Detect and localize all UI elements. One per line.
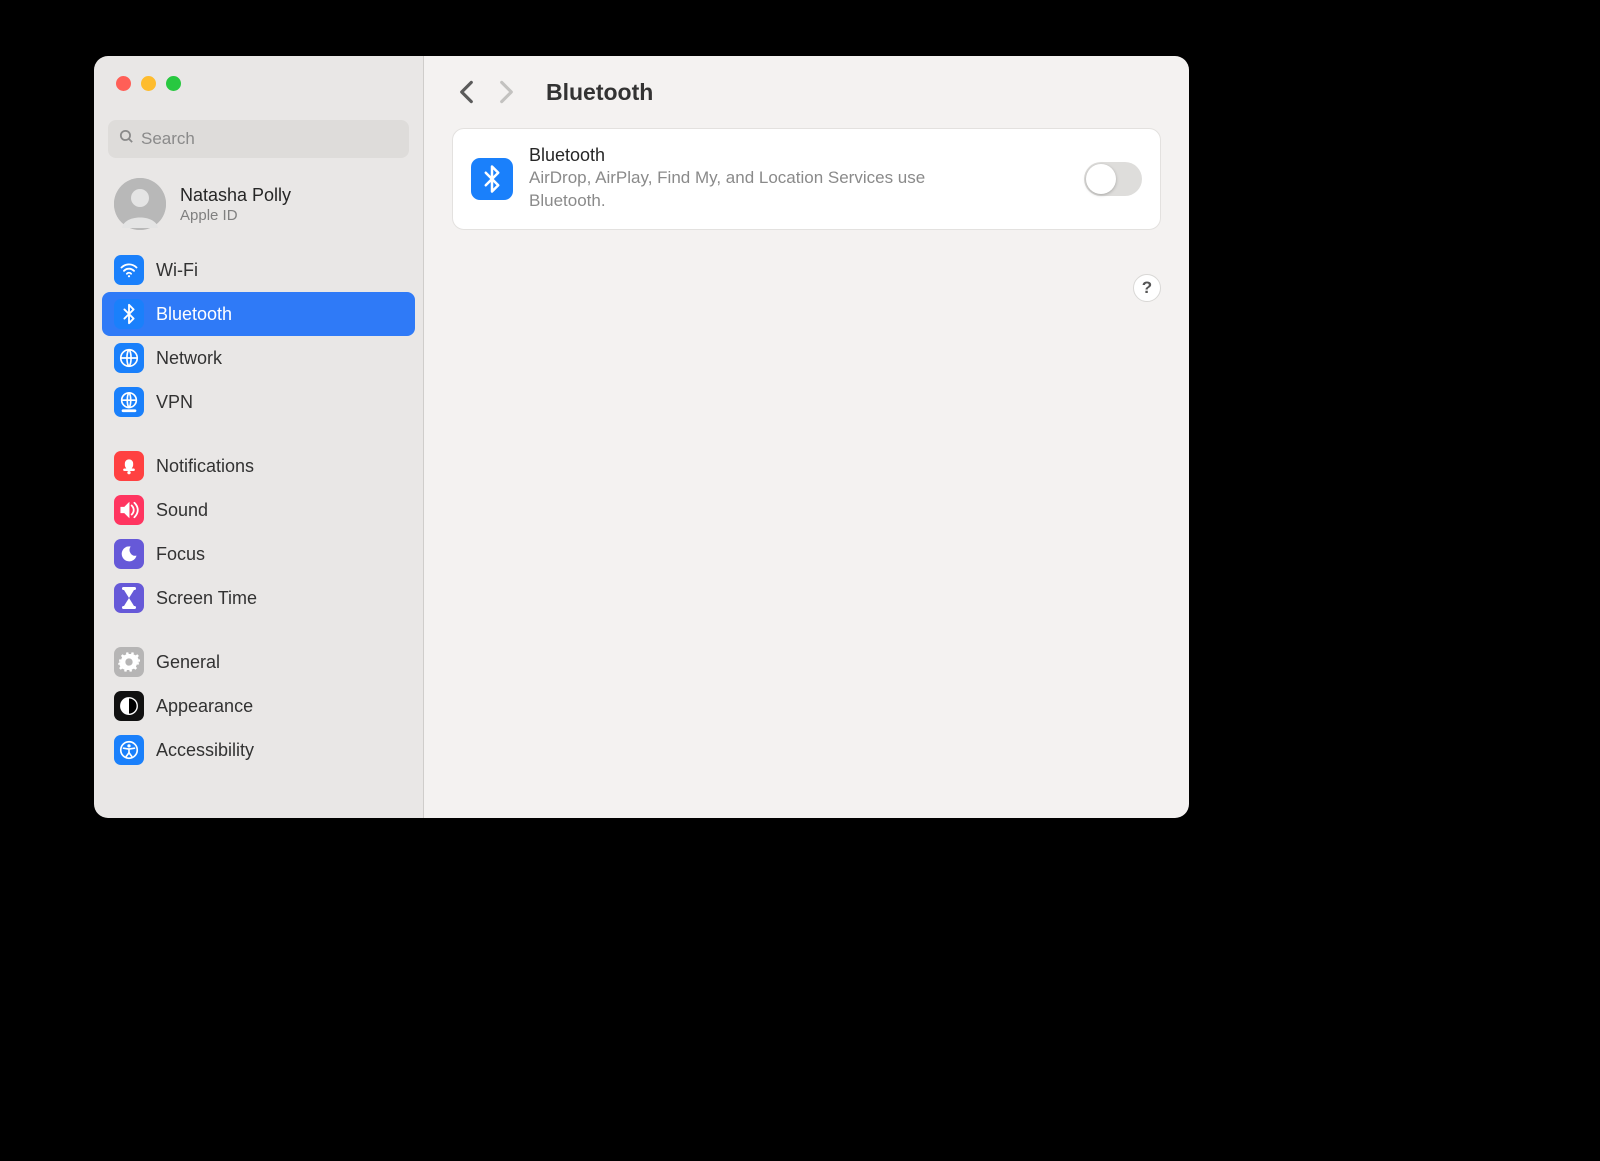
search-icon bbox=[118, 128, 141, 150]
search-input[interactable] bbox=[141, 129, 399, 149]
apple-id-entry[interactable]: Natasha Polly Apple ID bbox=[94, 166, 423, 248]
bluetooth-panel-description: AirDrop, AirPlay, Find My, and Location … bbox=[529, 167, 949, 213]
settings-window: Natasha Polly Apple ID Wi-Fi Bluetooth Net… bbox=[94, 56, 1189, 818]
sidebar-item-general[interactable]: General bbox=[102, 640, 415, 684]
account-name: Natasha Polly bbox=[180, 185, 291, 206]
sidebar-item-label: Bluetooth bbox=[156, 304, 232, 325]
bluetooth-icon bbox=[471, 158, 513, 200]
toggle-knob bbox=[1086, 164, 1116, 194]
main-pane: Bluetooth Bluetooth AirDrop, AirPlay, Fi… bbox=[424, 56, 1189, 818]
sidebar-item-accessibility[interactable]: Accessibility bbox=[102, 728, 415, 772]
sidebar-item-appearance[interactable]: Appearance bbox=[102, 684, 415, 728]
sound-icon bbox=[114, 495, 144, 525]
sidebar: Natasha Polly Apple ID Wi-Fi Bluetooth Net… bbox=[94, 56, 424, 818]
back-button[interactable] bbox=[452, 74, 480, 110]
sidebar-item-wi-fi[interactable]: Wi-Fi bbox=[102, 248, 415, 292]
sidebar-item-network[interactable]: Network bbox=[102, 336, 415, 380]
sidebar-item-sound[interactable]: Sound bbox=[102, 488, 415, 532]
minimize-window-button[interactable] bbox=[141, 76, 156, 91]
close-window-button[interactable] bbox=[116, 76, 131, 91]
sidebar-item-notifications[interactable]: Notifications bbox=[102, 444, 415, 488]
sidebar-item-screen-time[interactable]: Screen Time bbox=[102, 576, 415, 620]
bluetooth-toggle[interactable] bbox=[1084, 162, 1142, 196]
bluetooth-toggle-panel: Bluetooth AirDrop, AirPlay, Find My, and… bbox=[452, 128, 1161, 230]
page-title: Bluetooth bbox=[546, 79, 653, 106]
sidebar-nav: Wi-Fi Bluetooth Network VPN Notifications Sou… bbox=[94, 248, 423, 772]
help-button[interactable]: ? bbox=[1133, 274, 1161, 302]
window-controls bbox=[94, 56, 423, 108]
moon-icon bbox=[114, 539, 144, 569]
accessibility-icon bbox=[114, 735, 144, 765]
globe-icon bbox=[114, 343, 144, 373]
gear-icon bbox=[114, 647, 144, 677]
sidebar-item-label: Sound bbox=[156, 500, 208, 521]
sidebar-item-label: VPN bbox=[156, 392, 193, 413]
sidebar-item-label: General bbox=[156, 652, 220, 673]
sidebar-item-label: Wi-Fi bbox=[156, 260, 198, 281]
sidebar-item-bluetooth[interactable]: Bluetooth bbox=[102, 292, 415, 336]
sidebar-item-label: Appearance bbox=[156, 696, 253, 717]
sidebar-item-label: Accessibility bbox=[156, 740, 254, 761]
avatar bbox=[114, 178, 166, 230]
search-field[interactable] bbox=[108, 120, 409, 158]
header: Bluetooth bbox=[424, 56, 1189, 128]
sidebar-item-label: Notifications bbox=[156, 456, 254, 477]
sidebar-item-focus[interactable]: Focus bbox=[102, 532, 415, 576]
vpn-globe-icon bbox=[114, 387, 144, 417]
sidebar-item-label: Screen Time bbox=[156, 588, 257, 609]
bluetooth-icon bbox=[114, 299, 144, 329]
forward-button[interactable] bbox=[492, 74, 520, 110]
bell-icon bbox=[114, 451, 144, 481]
sidebar-item-label: Network bbox=[156, 348, 222, 369]
sidebar-item-label: Focus bbox=[156, 544, 205, 565]
hourglass-icon bbox=[114, 583, 144, 613]
appearance-icon bbox=[114, 691, 144, 721]
zoom-window-button[interactable] bbox=[166, 76, 181, 91]
account-sub: Apple ID bbox=[180, 207, 291, 224]
sidebar-item-vpn[interactable]: VPN bbox=[102, 380, 415, 424]
bluetooth-panel-title: Bluetooth bbox=[529, 145, 1068, 166]
wifi-icon bbox=[114, 255, 144, 285]
